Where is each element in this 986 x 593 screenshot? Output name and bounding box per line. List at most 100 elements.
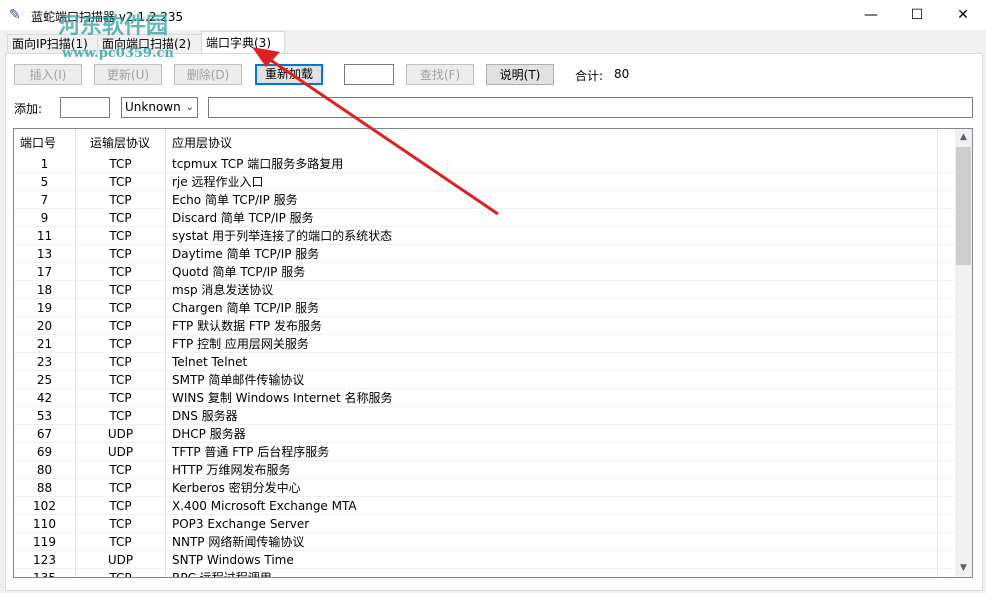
cell-port: 7: [14, 191, 76, 209]
cell-transport: TCP: [76, 533, 166, 551]
search-input[interactable]: [344, 64, 394, 85]
table-row[interactable]: 110 TCP POP3 Exchange Server: [14, 515, 954, 533]
insert-button[interactable]: 插入(I): [14, 64, 82, 85]
chevron-down-icon: ⌄: [185, 102, 194, 113]
table-row[interactable]: 102 TCP X.400 Microsoft Exchange MTA: [14, 497, 954, 515]
cell-port: 69: [14, 443, 76, 461]
update-button[interactable]: 更新(U): [94, 64, 162, 85]
cell-app: msp 消息发送协议: [166, 281, 938, 299]
cell-port: 135: [14, 569, 76, 577]
table-row[interactable]: 119 TCP NNTP 网络新闻传输协议: [14, 533, 954, 551]
cell-transport: TCP: [76, 371, 166, 389]
cell-transport: TCP: [76, 227, 166, 245]
cell-transport: UDP: [76, 551, 166, 569]
cell-port: 42: [14, 389, 76, 407]
table-row[interactable]: 135 TCP RPC 远程过程调用: [14, 569, 954, 577]
cell-port: 80: [14, 461, 76, 479]
column-header-port[interactable]: 端口号: [14, 129, 76, 155]
cell-port: 123: [14, 551, 76, 569]
table-row[interactable]: 67 UDP DHCP 服务器: [14, 425, 954, 443]
table-row[interactable]: 123 UDP SNTP Windows Time: [14, 551, 954, 569]
table-row[interactable]: 18 TCP msp 消息发送协议: [14, 281, 954, 299]
table-header: 端口号 运输层协议 应用层协议: [14, 129, 954, 155]
scrollbar-thumb[interactable]: [956, 147, 971, 265]
cell-transport: UDP: [76, 425, 166, 443]
table-row[interactable]: 80 TCP HTTP 万维网发布服务: [14, 461, 954, 479]
table-row[interactable]: 25 TCP SMTP 简单邮件传输协议: [14, 371, 954, 389]
cell-app: SMTP 简单邮件传输协议: [166, 371, 938, 389]
vertical-scrollbar[interactable]: ▲ ▼: [955, 129, 972, 577]
table-row[interactable]: 20 TCP FTP 默认数据 FTP 发布服务: [14, 317, 954, 335]
cell-port: 17: [14, 263, 76, 281]
cell-app: rje 远程作业入口: [166, 173, 938, 191]
cell-transport: TCP: [76, 299, 166, 317]
cell-app: FTP 默认数据 FTP 发布服务: [166, 317, 938, 335]
table-row[interactable]: 17 TCP Quotd 简单 TCP/IP 服务: [14, 263, 954, 281]
minimize-button[interactable]: —: [848, 0, 894, 30]
cell-app: Echo 简单 TCP/IP 服务: [166, 191, 938, 209]
table-row[interactable]: 5 TCP rje 远程作业入口: [14, 173, 954, 191]
cell-transport: UDP: [76, 443, 166, 461]
cell-port: 19: [14, 299, 76, 317]
cell-transport: TCP: [76, 515, 166, 533]
tab-port-dictionary[interactable]: 端口字典(3): [201, 31, 285, 54]
cell-port: 9: [14, 209, 76, 227]
table-body: 1 TCP tcpmux TCP 端口服务多路复用 5 TCP rje 远程作业入口 7 TC…: [14, 155, 954, 577]
port-dictionary-table[interactable]: 端口号 运输层协议 应用层协议 1 TCP tcpmux TCP 端口服务多路复用 5…: [13, 128, 973, 578]
column-header-transport[interactable]: 运输层协议: [76, 129, 166, 155]
table-row[interactable]: 42 TCP WINS 复制 Windows Internet 名称服务: [14, 389, 954, 407]
description-input[interactable]: [208, 97, 973, 118]
cell-port: 13: [14, 245, 76, 263]
close-button[interactable]: ✕: [940, 0, 986, 30]
scroll-down-icon[interactable]: ▼: [955, 560, 972, 577]
cell-port: 18: [14, 281, 76, 299]
cell-app: NNTP 网络新闻传输协议: [166, 533, 938, 551]
table-row[interactable]: 69 UDP TFTP 普通 FTP 后台程序服务: [14, 443, 954, 461]
table-row[interactable]: 11 TCP systat 用于列举连接了的端口的系统状态: [14, 227, 954, 245]
cell-app: Quotd 简单 TCP/IP 服务: [166, 263, 938, 281]
cell-port: 110: [14, 515, 76, 533]
help-button[interactable]: 说明(T): [486, 64, 554, 85]
cell-app: tcpmux TCP 端口服务多路复用: [166, 155, 938, 173]
cell-transport: TCP: [76, 245, 166, 263]
cell-port: 20: [14, 317, 76, 335]
cell-transport: TCP: [76, 461, 166, 479]
table-row[interactable]: 53 TCP DNS 服务器: [14, 407, 954, 425]
table-row[interactable]: 88 TCP Kerberos 密钥分发中心: [14, 479, 954, 497]
column-header-app[interactable]: 应用层协议: [166, 129, 938, 155]
table-row[interactable]: 9 TCP Discard 简单 TCP/IP 服务: [14, 209, 954, 227]
total-label: 合计:: [575, 69, 604, 83]
table-row[interactable]: 7 TCP Echo 简单 TCP/IP 服务: [14, 191, 954, 209]
cell-port: 67: [14, 425, 76, 443]
cell-app: DNS 服务器: [166, 407, 938, 425]
cell-transport: TCP: [76, 389, 166, 407]
total-count: 80: [614, 67, 630, 81]
table-row[interactable]: 1 TCP tcpmux TCP 端口服务多路复用: [14, 155, 954, 173]
cell-port: 25: [14, 371, 76, 389]
table-row[interactable]: 23 TCP Telnet Telnet: [14, 353, 954, 371]
cell-app: X.400 Microsoft Exchange MTA: [166, 497, 938, 515]
reload-button[interactable]: 重新加载: [255, 64, 323, 85]
find-button[interactable]: 查找(F): [406, 64, 474, 85]
cell-transport: TCP: [76, 317, 166, 335]
port-input[interactable]: [60, 97, 110, 118]
cell-app: Kerberos 密钥分发中心: [166, 479, 938, 497]
table-row[interactable]: 21 TCP FTP 控制 应用层网关服务: [14, 335, 954, 353]
cell-app: Daytime 简单 TCP/IP 服务: [166, 245, 938, 263]
cell-transport: TCP: [76, 407, 166, 425]
delete-button[interactable]: 删除(D): [174, 64, 242, 85]
protocol-select[interactable]: Unknown ⌄: [121, 97, 198, 118]
scroll-up-icon[interactable]: ▲: [955, 129, 972, 146]
table-row[interactable]: 19 TCP Chargen 简单 TCP/IP 服务: [14, 299, 954, 317]
cell-port: 119: [14, 533, 76, 551]
cell-app: DHCP 服务器: [166, 425, 938, 443]
table-row[interactable]: 13 TCP Daytime 简单 TCP/IP 服务: [14, 245, 954, 263]
protocol-select-value: Unknown: [125, 100, 181, 114]
watermark-text: 河东软件园: [58, 13, 169, 39]
cell-port: 23: [14, 353, 76, 371]
cell-app: systat 用于列举连接了的端口的系统状态: [166, 227, 938, 245]
cell-transport: TCP: [76, 335, 166, 353]
cell-port: 88: [14, 479, 76, 497]
maximize-button[interactable]: ☐: [894, 0, 940, 30]
cell-transport: TCP: [76, 191, 166, 209]
